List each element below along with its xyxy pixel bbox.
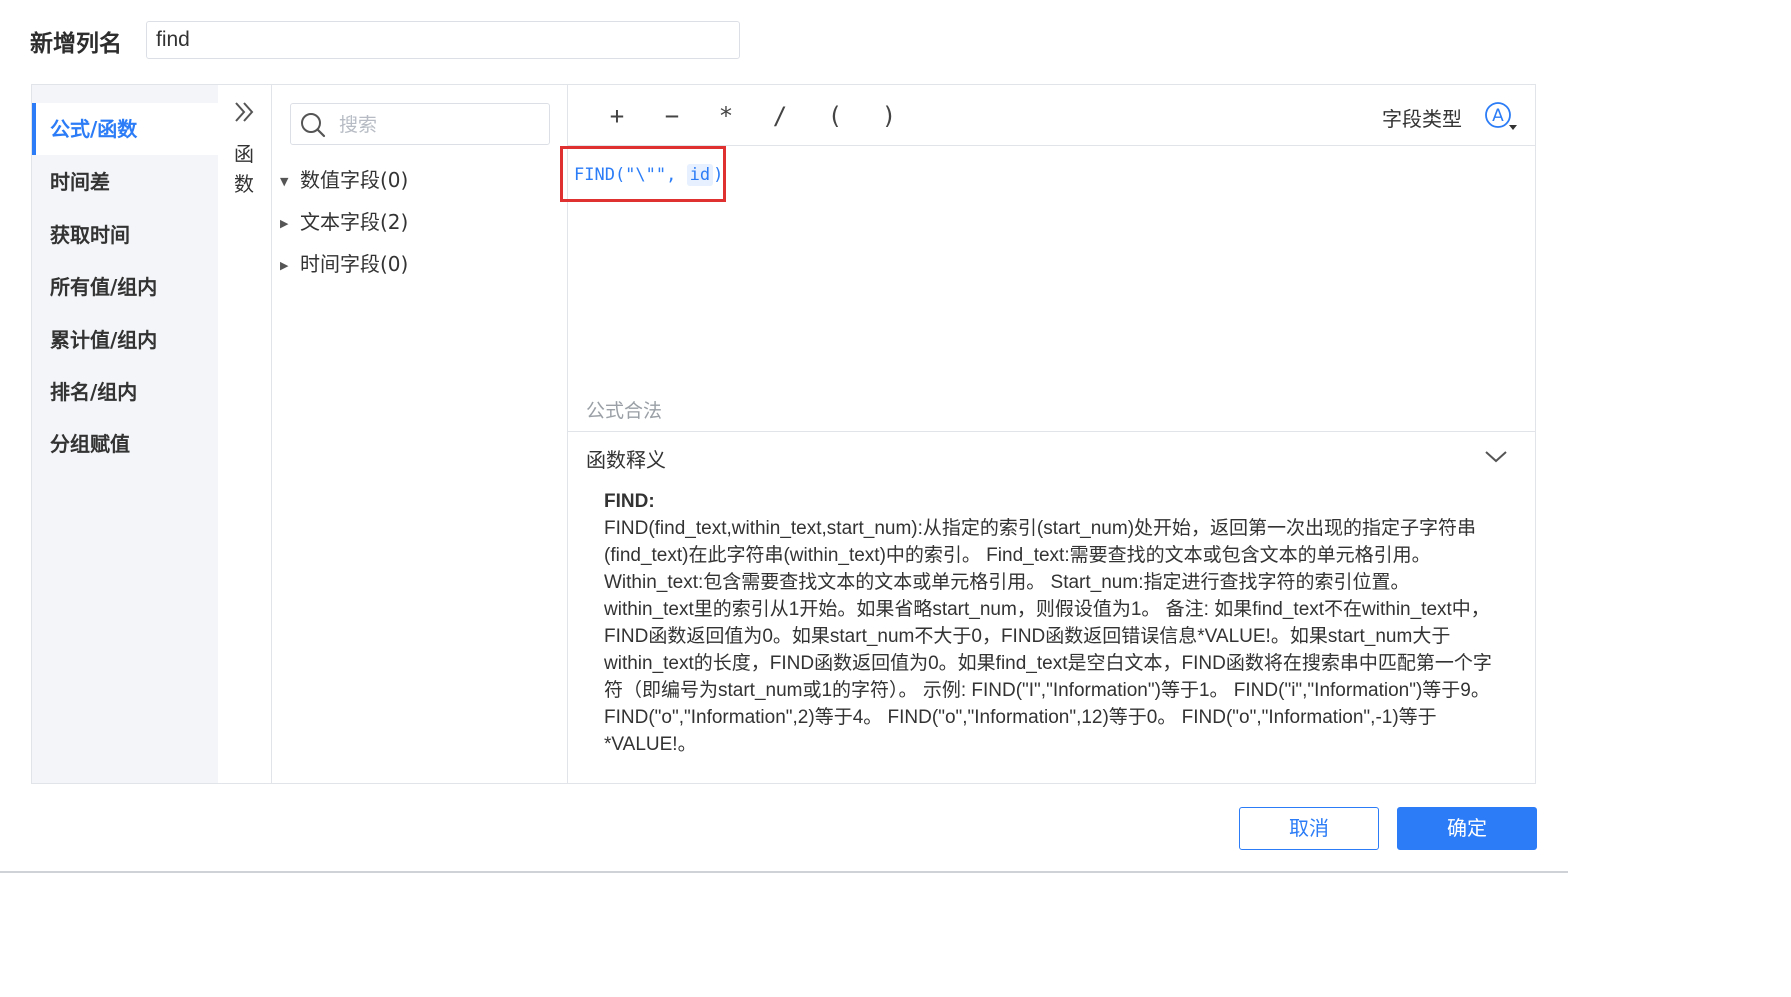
- caret-right-icon: ▶: [280, 217, 289, 230]
- field-group-label: 数值字段(0): [300, 168, 409, 192]
- category-list: 公式/函数 时间差 获取时间 所有值/组内 累计值/组内 排名/组内 分组赋值: [32, 85, 218, 783]
- field-group-numeric[interactable]: ▼ 数值字段(0): [280, 165, 408, 195]
- caret-right-icon: ▶: [280, 259, 289, 272]
- field-group-label: 时间字段(0): [300, 252, 409, 276]
- formula-panel: 公式/函数 时间差 获取时间 所有值/组内 累计值/组内 排名/组内 分组赋值 …: [31, 84, 1536, 784]
- editor-pane: + − * / ( ) 字段类型 A FIND("\"", id) 公式合法 函…: [560, 85, 1535, 783]
- field-group-label: 文本字段(2): [300, 210, 409, 234]
- svg-text:A: A: [1492, 106, 1504, 126]
- function-tab[interactable]: 函数: [231, 139, 257, 199]
- operator-bar: + − * / ( ) 字段类型 A: [568, 85, 1535, 146]
- operator-multiply[interactable]: *: [708, 99, 744, 133]
- explanation-body: FIND: FIND(find_text,within_text,start_n…: [604, 488, 1498, 758]
- double-chevron-right-icon[interactable]: [230, 99, 260, 125]
- search-input[interactable]: [337, 108, 541, 142]
- field-type-label: 字段类型: [1382, 107, 1462, 131]
- explanation-title: 函数释义: [586, 448, 666, 472]
- operator-close-paren[interactable]: ): [871, 99, 907, 133]
- explanation-text: FIND(find_text,within_text,start_num):从指…: [604, 518, 1492, 755]
- operator-minus[interactable]: −: [654, 99, 690, 133]
- field-group-text[interactable]: ▶ 文本字段(2): [280, 207, 408, 237]
- category-time-diff[interactable]: 时间差: [32, 156, 218, 208]
- category-cumulative[interactable]: 累计值/组内: [32, 314, 218, 366]
- ok-button[interactable]: 确定: [1397, 807, 1537, 850]
- operator-divide[interactable]: /: [762, 99, 798, 133]
- explanation-panel: 函数释义 FIND: FIND(find_text,within_text,st…: [568, 431, 1535, 783]
- category-all-values[interactable]: 所有值/组内: [32, 261, 218, 313]
- column-name-input[interactable]: [146, 21, 740, 59]
- validity-status: 公式合法: [586, 400, 663, 422]
- formula-field-chip[interactable]: id: [686, 164, 714, 186]
- field-group-time[interactable]: ▶ 时间字段(0): [280, 249, 408, 279]
- caret-down-icon: ▼: [280, 175, 289, 188]
- field-pane: ▼ 数值字段(0) ▶ 文本字段(2) ▶ 时间字段(0): [272, 85, 568, 783]
- category-group-assign[interactable]: 分组赋值: [32, 418, 218, 470]
- formula-code[interactable]: FIND("\"", id): [574, 160, 727, 186]
- explanation-heading: FIND:: [604, 491, 655, 512]
- bottom-divider: [0, 871, 1568, 873]
- formula-suffix: ): [713, 165, 724, 185]
- function-strip: 函数: [218, 85, 272, 783]
- operator-plus[interactable]: +: [599, 99, 635, 133]
- operator-open-paren[interactable]: (: [817, 99, 853, 133]
- chevron-down-icon[interactable]: [1483, 446, 1509, 466]
- category-rank[interactable]: 排名/组内: [32, 366, 218, 418]
- circled-a-dropdown-icon[interactable]: A: [1482, 99, 1522, 135]
- search-box[interactable]: [290, 103, 550, 145]
- search-icon: [301, 113, 326, 138]
- formula-editor[interactable]: FIND("\"", id): [560, 146, 1535, 431]
- category-get-time[interactable]: 获取时间: [32, 209, 218, 261]
- column-name-label: 新增列名: [30, 31, 122, 57]
- formula-prefix: FIND("\"",: [574, 165, 677, 185]
- category-formula[interactable]: 公式/函数: [32, 103, 218, 155]
- cancel-button[interactable]: 取消: [1239, 807, 1379, 850]
- text-caret: [724, 160, 727, 186]
